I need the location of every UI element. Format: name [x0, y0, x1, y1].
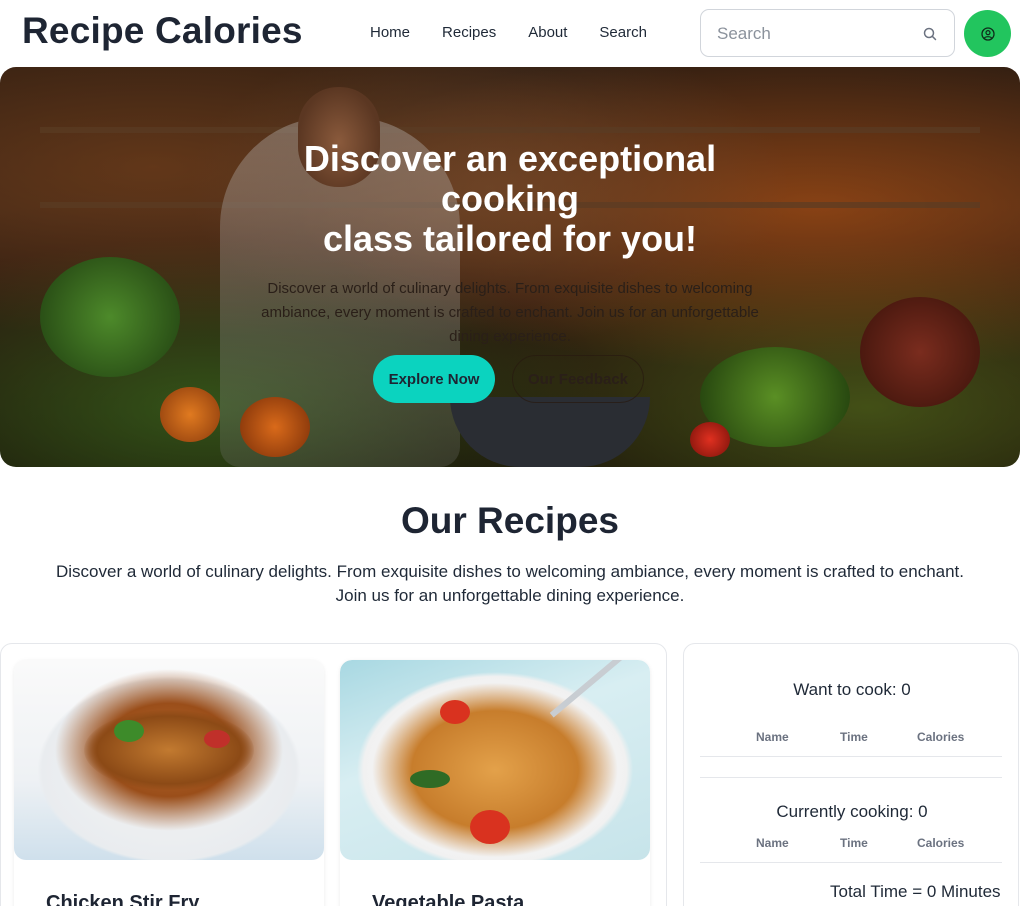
recipe-image	[14, 660, 324, 860]
divider	[700, 862, 1002, 863]
navbar: Recipe Calories Home Recipes About Searc…	[0, 0, 1020, 66]
nav-link-about[interactable]: About	[528, 24, 567, 41]
divider	[700, 756, 1002, 757]
spinach-shape	[410, 770, 450, 788]
nav-link-home[interactable]: Home	[370, 24, 410, 41]
hero-meat	[860, 297, 980, 407]
hero-vegetables	[40, 257, 180, 377]
hero-shelf	[40, 127, 980, 133]
hero-title-line: Discover an exceptional	[303, 138, 717, 179]
brand-logo[interactable]: Recipe Calories	[22, 10, 303, 52]
herb-shape	[114, 720, 144, 742]
hero-tomato	[690, 422, 730, 457]
section-description-line: Discover a world of culinary delights. F…	[55, 562, 964, 581]
tomato-shape	[470, 810, 510, 844]
recipe-card-title: Vegetable Pasta	[372, 892, 525, 906]
user-icon	[980, 26, 995, 41]
recipe-card-title: Chicken Stir Fry	[46, 892, 200, 906]
table-header-calories: Calories	[917, 730, 965, 744]
hero-banner: Discover an exceptional cooking class ta…	[0, 67, 1020, 467]
hero-vegetables	[160, 387, 220, 442]
recipe-card[interactable]: Vegetable Pasta	[340, 660, 650, 906]
search-box	[700, 9, 955, 57]
search-input[interactable]	[717, 22, 917, 46]
search-icon[interactable]	[922, 26, 938, 42]
tomato-shape	[440, 700, 470, 724]
table-header-name: Name	[756, 730, 789, 744]
nav-links: Home Recipes About Search	[370, 24, 679, 41]
nav-link-recipes[interactable]: Recipes	[442, 24, 496, 41]
section-title: Our Recipes	[401, 500, 619, 541]
recipe-card[interactable]: Chicken Stir Fry	[14, 660, 324, 906]
table-header-name: Name	[756, 836, 789, 850]
currently-cooking-heading: Currently cooking: 0	[776, 802, 928, 821]
section-description-line: Join us for an unforgettable dining expe…	[335, 586, 685, 605]
want-to-cook-heading: Want to cook: 0	[793, 680, 911, 699]
our-feedback-button[interactable]: Our Feedback	[512, 355, 644, 403]
recipe-image	[340, 660, 650, 860]
hero-title-line: cooking	[440, 178, 579, 219]
recipe-cards-container: Chicken Stir Fry Vegetable Pasta	[0, 643, 667, 906]
total-time-text: Total Time = 0 Minutes	[830, 882, 1001, 901]
hero-description: Discover a world of culinary delights. F…	[261, 280, 759, 345]
pepper-shape	[204, 730, 230, 748]
nav-link-search[interactable]: Search	[599, 24, 647, 41]
noodles-shape	[84, 710, 254, 790]
hero-pot	[450, 397, 650, 467]
fork-shape	[549, 660, 631, 718]
table-header-time: Time	[840, 836, 868, 850]
hero-vegetables	[240, 397, 310, 457]
explore-now-button[interactable]: Explore Now	[373, 355, 495, 403]
profile-button[interactable]	[964, 10, 1011, 57]
section-description: Discover a world of culinary delights. F…	[30, 560, 990, 608]
hero-title-line: class tailored for you!	[322, 218, 698, 259]
table-header-calories: Calories	[917, 836, 965, 850]
hero-title: Discover an exceptional cooking class ta…	[200, 139, 820, 259]
table-header-time: Time	[840, 730, 868, 744]
cooking-sidebar: Want to cook: 0 Name Time Calories Curre…	[683, 643, 1019, 906]
divider	[700, 777, 1002, 778]
